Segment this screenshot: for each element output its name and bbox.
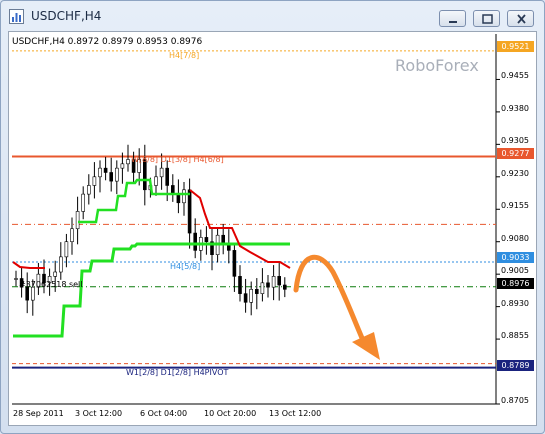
level-label-pivot: W1[2/8] D1[2/8] H4PIVOT (126, 368, 229, 377)
candle-body (87, 185, 91, 195)
x-tick-label: 28 Sep 2011 (13, 409, 64, 418)
y-tick-label: 0.9005 (501, 266, 529, 275)
candle-body (187, 189, 192, 234)
price-tag-9033: 0.9033 (497, 252, 534, 263)
candle-body (249, 289, 253, 303)
candle-body (282, 284, 287, 290)
y-tick-label: 0.9455 (501, 71, 529, 80)
y-tick-label: 0.8705 (501, 396, 529, 405)
candle-body (98, 167, 102, 178)
x-tick-label: 10 Oct 20:00 (204, 409, 257, 418)
candle-body (64, 241, 69, 258)
candle-body (25, 286, 30, 301)
level-label-h4-7-8: H4[7/8] (169, 51, 200, 60)
candle-body (260, 282, 265, 294)
candle-body (182, 189, 186, 204)
level-label-w-d-h4: W[8/8] D1[3/8] H4[6/8] (131, 155, 224, 164)
x-tick-label: 6 Oct 04:00 (140, 409, 188, 418)
price-tag-9521: 0.9521 (497, 41, 534, 52)
y-tick-label: 0.9230 (501, 169, 529, 178)
candle-body (277, 276, 282, 286)
candle-body (238, 276, 242, 294)
candle-body (103, 167, 108, 173)
price-tag-8789: 0.8789 (497, 360, 534, 371)
candle-body (30, 286, 35, 301)
candle-body (266, 282, 270, 288)
y-tick-label: 0.9080 (501, 234, 529, 243)
y-tick-label: 0.8930 (501, 299, 529, 308)
candle-body (75, 211, 80, 230)
candle-body (14, 278, 18, 280)
candle-body (126, 159, 130, 165)
x-tick-label: 13 Oct 12:00 (269, 409, 322, 418)
y-tick-label: 0.9305 (501, 136, 529, 145)
candle-body (70, 228, 74, 243)
watermark: RoboForex (395, 56, 479, 75)
candle-body (255, 289, 259, 294)
candle-body (165, 167, 169, 186)
candle-body (92, 176, 97, 186)
candle-body (193, 232, 197, 251)
price-tag-9277: 0.9277 (497, 148, 534, 159)
candle-body (81, 193, 85, 212)
candle-body (53, 271, 58, 277)
candle-body (271, 276, 276, 288)
candle-body (232, 250, 237, 277)
candle-body (154, 176, 158, 186)
x-tick-label: 3 Oct 12:00 (75, 409, 123, 418)
trend-line-red-left (12, 261, 45, 269)
trend-line-green (13, 242, 290, 338)
trend-line-red (189, 189, 291, 269)
candle-body (243, 293, 248, 303)
y-tick-label: 0.9380 (501, 104, 529, 113)
candle-body (58, 256, 63, 273)
y-tick-label: 0.9155 (501, 201, 529, 210)
candle-body (159, 167, 164, 178)
symbol-info: USDCHF,H4 0.8972 0.8979 0.8953 0.8976 (12, 37, 203, 47)
candle-body (176, 193, 181, 204)
forecast-arrow-path (293, 254, 368, 348)
y-tick-label: 0.8855 (501, 331, 529, 340)
candle-body (204, 237, 209, 243)
forecast-arrowhead-icon (352, 332, 380, 360)
price-tag-8976: 0.8976 (497, 278, 534, 289)
candle-body (109, 172, 113, 182)
order-label: #37062518 sell (19, 280, 83, 289)
candle-body (120, 163, 125, 169)
candle-body (143, 159, 147, 191)
level-label-h4-5-8: H4[5/8] (170, 262, 201, 271)
candle-body (115, 167, 119, 182)
